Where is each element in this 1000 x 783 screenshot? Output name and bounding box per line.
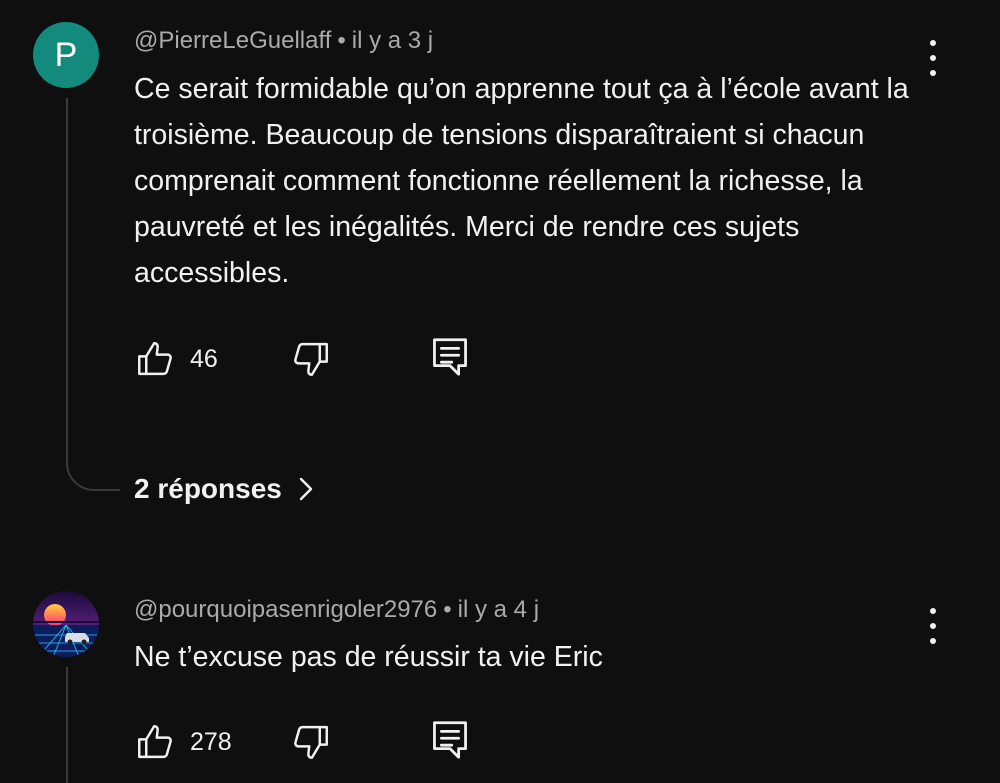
avatar-letter: P — [54, 35, 78, 74]
synthwave-avatar-image — [33, 591, 99, 657]
comment-time: il y a 4 j — [457, 596, 540, 623]
comment-reply-icon — [433, 338, 467, 376]
like-count: 278 — [190, 727, 232, 756]
comment-text: Ce serait formidable qu’on apprenne tout… — [134, 73, 909, 289]
dislike-button[interactable] — [290, 721, 332, 763]
thumb-up-icon — [138, 342, 172, 376]
chevron-right-icon — [299, 477, 313, 501]
comment-time: il y a 3 j — [351, 27, 434, 54]
thumb-up-icon — [138, 725, 172, 759]
like-count: 46 — [190, 344, 218, 373]
thread-line — [66, 667, 68, 783]
replies-label: 2 réponses — [134, 473, 282, 504]
meta-separator: • — [443, 596, 452, 623]
reply-button[interactable] — [431, 719, 469, 761]
avatar[interactable]: P — [33, 22, 99, 88]
meta-separator: • — [337, 27, 346, 54]
author-name[interactable]: @PierreLeGuellaff — [134, 27, 331, 54]
thumb-down-icon — [294, 725, 328, 759]
like-button[interactable]: 46 — [134, 338, 218, 380]
comment-meta: @pourquoipasenrigoler2976 • il y a 4 j — [134, 596, 539, 624]
comment-reply-icon — [433, 721, 467, 759]
thread-line — [66, 98, 68, 458]
like-button[interactable]: 278 — [134, 721, 232, 763]
comment-text: Ne t’excuse pas de réussir ta vie Eric — [134, 641, 603, 673]
comment-meta: @PierreLeGuellaff • il y a 3 j — [134, 27, 433, 55]
thumb-down-icon — [294, 342, 328, 376]
thread-curve — [66, 455, 120, 491]
dislike-button[interactable] — [290, 338, 332, 380]
reply-button[interactable] — [431, 336, 469, 378]
view-replies-button[interactable]: 2 réponses — [134, 473, 314, 505]
avatar[interactable] — [33, 591, 99, 657]
author-name[interactable]: @pourquoipasenrigoler2976 — [134, 596, 437, 623]
